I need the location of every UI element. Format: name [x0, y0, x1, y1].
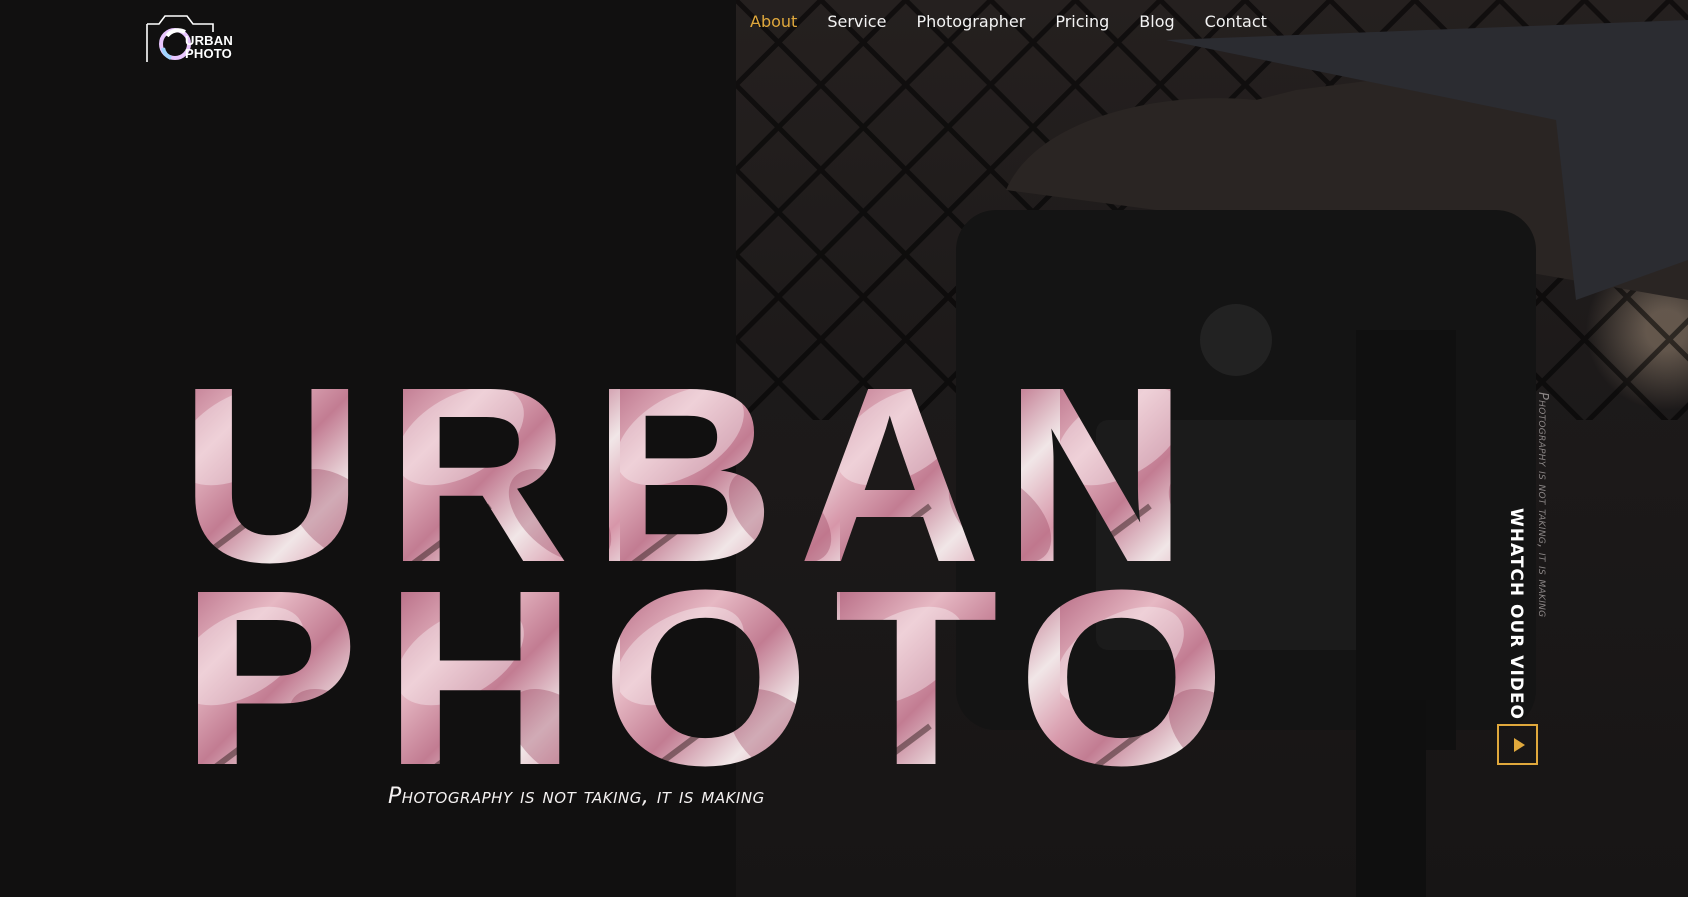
play-video-button[interactable] [1497, 724, 1538, 765]
logo-text: URBAN PHOTO [185, 34, 233, 60]
play-icon [1513, 737, 1525, 752]
nav-about[interactable]: About [750, 12, 797, 36]
nav-photographer[interactable]: Photographer [916, 12, 1025, 36]
nav-service[interactable]: Service [827, 12, 886, 36]
hero-title-line2: PHOTO [180, 538, 1250, 817]
side-tagline: Photography is not taking, it is making [1535, 392, 1550, 618]
main-nav: About Service Photographer Pricing Blog … [750, 12, 1267, 36]
nav-blog[interactable]: Blog [1139, 12, 1174, 36]
brand-logo[interactable]: URBAN PHOTO [145, 12, 245, 64]
hero-tagline: Photography is not taking, it is making [388, 784, 765, 809]
nav-contact[interactable]: Contact [1205, 12, 1267, 36]
logo-line2: PHOTO [185, 46, 232, 61]
nav-pricing[interactable]: Pricing [1055, 12, 1109, 36]
hero-title: URBAN PHOTO [180, 335, 1280, 817]
watch-video-label[interactable]: WHATCH OUR VIDEO [1498, 508, 1526, 720]
